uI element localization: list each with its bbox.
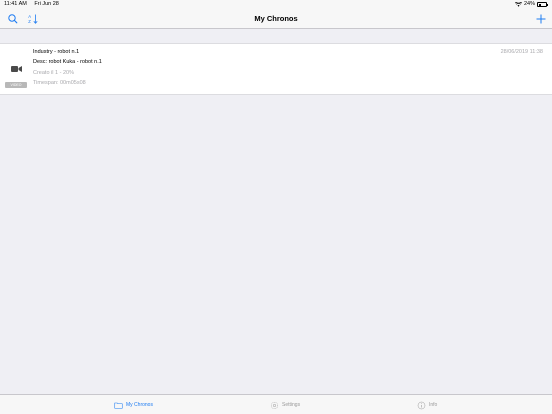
chrono-list-item[interactable]: VIDEO Industry - robot n.1 Desc: robot K… — [0, 43, 552, 95]
battery-percent: 24% — [523, 1, 535, 7]
battery-icon — [537, 2, 548, 7]
tab-label: Info — [429, 402, 438, 408]
item-title: Industry - robot n.1 — [33, 49, 80, 55]
status-time: 11:41 AM — [4, 1, 27, 7]
tab-label: Settings — [282, 402, 301, 408]
item-description: Desc: robot Kuka - robot n.1 — [33, 59, 102, 65]
item-date: 28/06/2019 11:38 — [500, 49, 543, 55]
page-title: My Chronos — [254, 14, 298, 23]
item-created: Creato il 1 - 20% — [33, 70, 74, 76]
status-date: Fri Jun 28 — [34, 1, 59, 7]
tab-info[interactable]: Info — [417, 399, 437, 411]
navigation-bar: A Z My Chronos — [0, 9, 552, 29]
add-button[interactable] — [534, 12, 548, 26]
item-timespan: Timespan: 00m05s08 — [33, 80, 86, 86]
folder-icon — [114, 402, 123, 409]
status-right: 24% — [514, 0, 548, 9]
status-left: 11:41 AM Fri Jun 28 — [4, 0, 65, 9]
video-camera-icon — [11, 66, 22, 72]
tab-my-chronos[interactable]: My Chronos — [114, 399, 153, 411]
gear-icon — [271, 401, 278, 409]
status-bar: 11:41 AM Fri Jun 28 24% — [0, 0, 552, 9]
tab-settings[interactable]: Settings — [270, 399, 300, 411]
plus-icon — [536, 14, 546, 24]
media-type-badge: VIDEO — [5, 82, 27, 88]
wifi-icon — [514, 2, 522, 7]
tab-bar: My Chronos Settings Info — [0, 394, 552, 414]
tab-label: My Chronos — [126, 402, 153, 408]
video-thumbnail: VIDEO — [4, 52, 28, 94]
info-icon — [417, 401, 426, 409]
